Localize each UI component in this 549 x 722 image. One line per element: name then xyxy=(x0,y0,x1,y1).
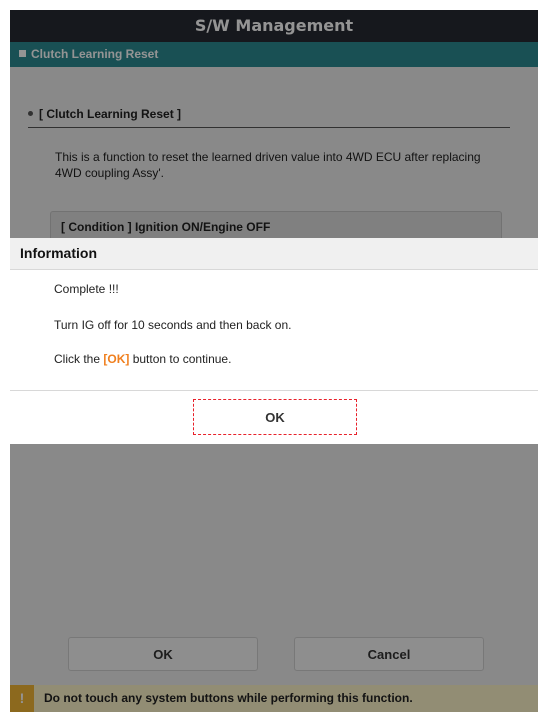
information-dialog: Information Complete !!! Turn IG off for… xyxy=(10,238,538,444)
dialog-body: Complete !!! Turn IG off for 10 seconds … xyxy=(10,270,538,390)
continue-suffix: button to continue. xyxy=(129,352,232,366)
dialog-footer: OK xyxy=(10,390,538,444)
continue-prefix: Click the xyxy=(54,352,104,366)
app-window: S/W Management Clutch Learning Reset [ C… xyxy=(10,10,538,712)
complete-message: Complete !!! xyxy=(54,282,119,296)
dialog-ok-button[interactable]: OK xyxy=(193,399,357,435)
dialog-title: Information xyxy=(10,238,538,270)
ok-highlight: [OK] xyxy=(103,352,130,366)
continue-message: Click the [OK] button to continue. xyxy=(54,352,231,366)
instruction-message: Turn IG off for 10 seconds and then back… xyxy=(54,318,292,332)
